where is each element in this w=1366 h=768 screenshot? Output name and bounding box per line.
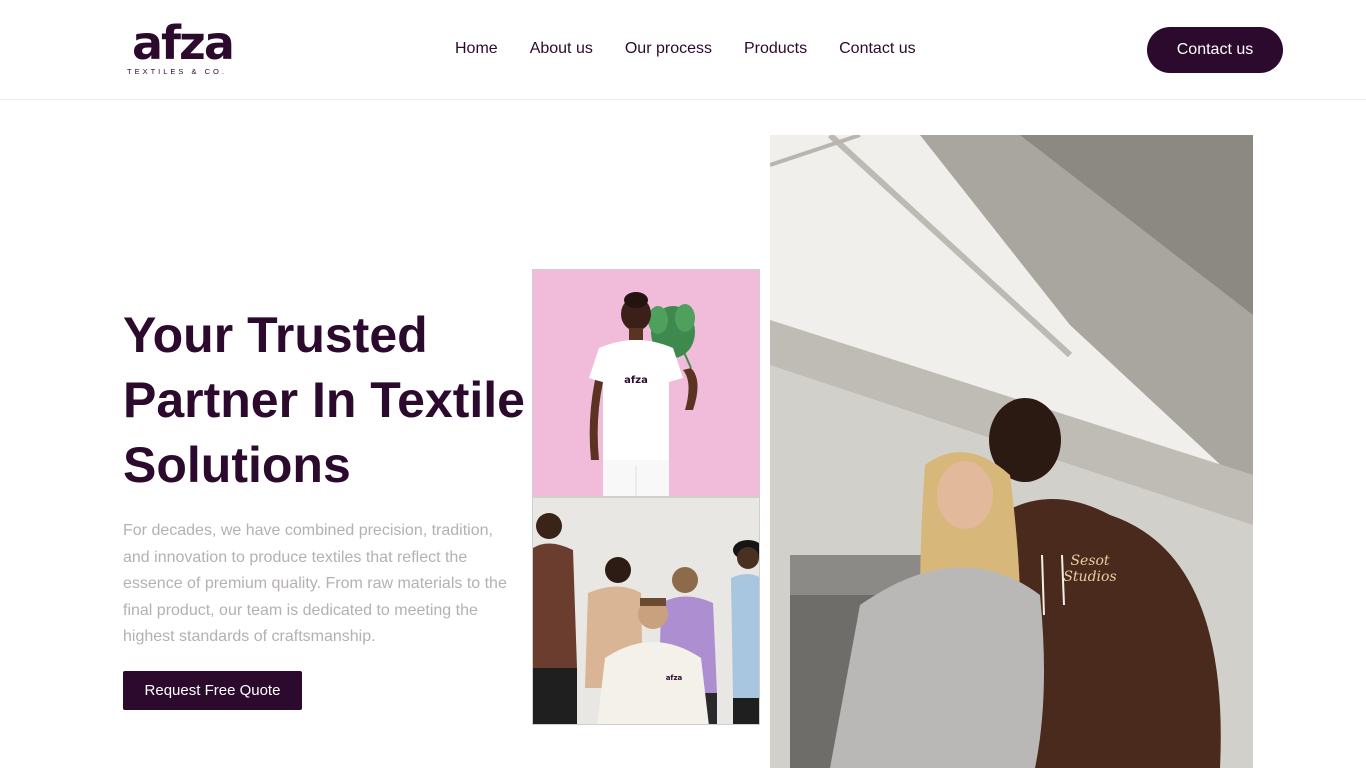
hero-title: Your Trusted Partner In Textile Solution… — [123, 303, 525, 498]
nav-item-products[interactable]: Products — [744, 39, 807, 59]
hero-image-pink-tshirt: afza — [532, 269, 760, 497]
tshirt-print-text: afza — [624, 375, 648, 386]
hero-description-line: For decades, we have combined precision,… — [123, 522, 493, 539]
hero-description-line: final product, our team is dedicated to … — [123, 601, 478, 619]
nav-item-home[interactable]: Home — [455, 39, 498, 59]
logo-subtext: TEXTILES & CO. — [127, 67, 227, 76]
nav-item-contact-us[interactable]: Contact us — [839, 39, 915, 59]
nav-item-about-us[interactable]: About us — [530, 39, 593, 59]
contact-us-button[interactable]: Contact us — [1147, 27, 1283, 73]
hero-description: For decades, we have combined precision,… — [123, 518, 518, 651]
hero-image-group-hoodies: afza — [532, 497, 760, 725]
logo-wordmark: afza — [132, 16, 235, 70]
hero-description-line: essence of premium quality. From raw mat… — [123, 575, 507, 592]
brand-logo[interactable]: afza TEXTILES & CO. — [126, 16, 240, 78]
hoodie-print-text: afza — [666, 674, 683, 682]
nav-item-our-process[interactable]: Our process — [625, 39, 712, 59]
hoodie-print-line-1: Sesot — [1070, 553, 1109, 569]
request-quote-button[interactable]: Request Free Quote — [123, 671, 302, 710]
hero-title-line: Your Trusted — [123, 307, 428, 363]
hero-title-line: Solutions — [123, 437, 351, 493]
hero-description-line: and innovation to produce textiles that … — [123, 548, 468, 566]
hero-image-couple: Sesot Studios — [770, 135, 1253, 768]
hero-title-line: Partner In Textile — [123, 372, 525, 428]
main-nav: Home About us Our process Products Conta… — [455, 39, 916, 59]
hoodie-print-line-2: Studios — [1063, 569, 1116, 585]
site-header: afza TEXTILES & CO. Home About us Our pr… — [0, 0, 1366, 100]
hero-description-line: highest standards of craftsmanship. — [123, 628, 376, 645]
